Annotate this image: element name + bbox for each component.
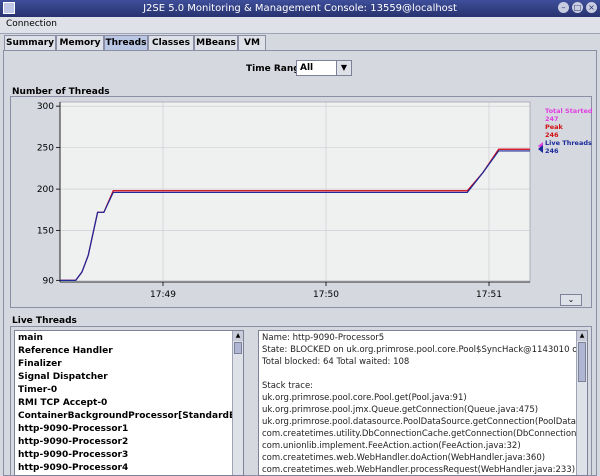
legend-label: 246 bbox=[545, 131, 559, 139]
thread-item-rmi-accept[interactable]: RMI TCP Accept-0 bbox=[18, 398, 107, 408]
thread-list[interactable]: main Reference Handler Finalizer Signal … bbox=[14, 330, 244, 476]
y-tick-label: 300 bbox=[37, 102, 54, 112]
live-threads-title: Live Threads bbox=[12, 316, 77, 326]
y-tick-label: 250 bbox=[37, 144, 54, 154]
scroll-thumb[interactable] bbox=[234, 342, 242, 354]
y-tick-label: 150 bbox=[37, 227, 54, 237]
legend-label: Live Threads bbox=[545, 139, 592, 147]
expand-chart-button[interactable]: ⌄ bbox=[560, 294, 582, 306]
y-tick-label: 90 bbox=[43, 276, 55, 286]
scroll-up-icon[interactable]: ▲ bbox=[233, 331, 243, 341]
thread-item-finalizer[interactable]: Finalizer bbox=[18, 359, 62, 369]
legend-label: Peak bbox=[545, 123, 564, 131]
stack-frame: com.createtimes.utility.DbConnectionCach… bbox=[262, 429, 588, 439]
detail-scrollbar[interactable]: ▲ bbox=[576, 331, 587, 475]
x-tick-label: 17:51 bbox=[476, 290, 502, 300]
thread-item-processor2[interactable]: http-9090-Processor2 bbox=[18, 437, 128, 447]
scroll-thumb[interactable] bbox=[578, 342, 586, 382]
stack-frame: com.unionlib.implement.FeeAction.action(… bbox=[262, 441, 521, 451]
detail-stack-header: Stack trace: bbox=[262, 381, 314, 391]
thread-item-container-bg[interactable]: ContainerBackgroundProcessor[StandardEng… bbox=[18, 411, 243, 421]
scroll-up-icon[interactable]: ▲ bbox=[577, 331, 587, 341]
thread-item-processor3[interactable]: http-9090-Processor3 bbox=[18, 450, 128, 460]
legend-label: 246 bbox=[545, 147, 559, 155]
thread-item-timer[interactable]: Timer-0 bbox=[18, 385, 57, 395]
stack-frame: uk.org.primrose.pool.jmx.Queue.getConnec… bbox=[262, 405, 539, 415]
thread-item-processor1[interactable]: http-9090-Processor1 bbox=[18, 424, 128, 434]
x-tick-label: 17:50 bbox=[313, 290, 339, 300]
thread-detail-pane: Name: http-9090-Processor5 State: BLOCKE… bbox=[258, 330, 588, 476]
thread-item-processor4[interactable]: http-9090-Processor4 bbox=[18, 463, 128, 473]
legend-label: 247 bbox=[545, 115, 559, 123]
detail-counts: Total blocked: 64 Total waited: 108 bbox=[262, 357, 410, 367]
stack-frame: com.createtimes.web.WebHandler.processRe… bbox=[262, 465, 576, 475]
detail-name: Name: http-9090-Processor5 bbox=[262, 333, 385, 343]
thread-item-main[interactable]: main bbox=[18, 333, 43, 343]
thread-list-scrollbar[interactable]: ▲ bbox=[232, 331, 243, 475]
x-tick-label: 17:49 bbox=[150, 290, 176, 300]
stack-frame: com.createtimes.web.WebHandler.doAction(… bbox=[262, 453, 546, 463]
detail-state: State: BLOCKED on uk.org.primrose.pool.c… bbox=[262, 345, 588, 355]
thread-item-reference-handler[interactable]: Reference Handler bbox=[18, 346, 113, 356]
stack-frame: uk.org.primrose.pool.datasource.PoolData… bbox=[262, 417, 587, 427]
stack-frame: uk.org.primrose.pool.core.Pool.get(Pool.… bbox=[262, 393, 467, 403]
thread-item-signal-dispatcher[interactable]: Signal Dispatcher bbox=[18, 372, 108, 382]
legend-label: Total Started bbox=[545, 107, 593, 115]
expand-icon: ⌄ bbox=[567, 295, 575, 304]
y-tick-label: 200 bbox=[37, 185, 54, 195]
